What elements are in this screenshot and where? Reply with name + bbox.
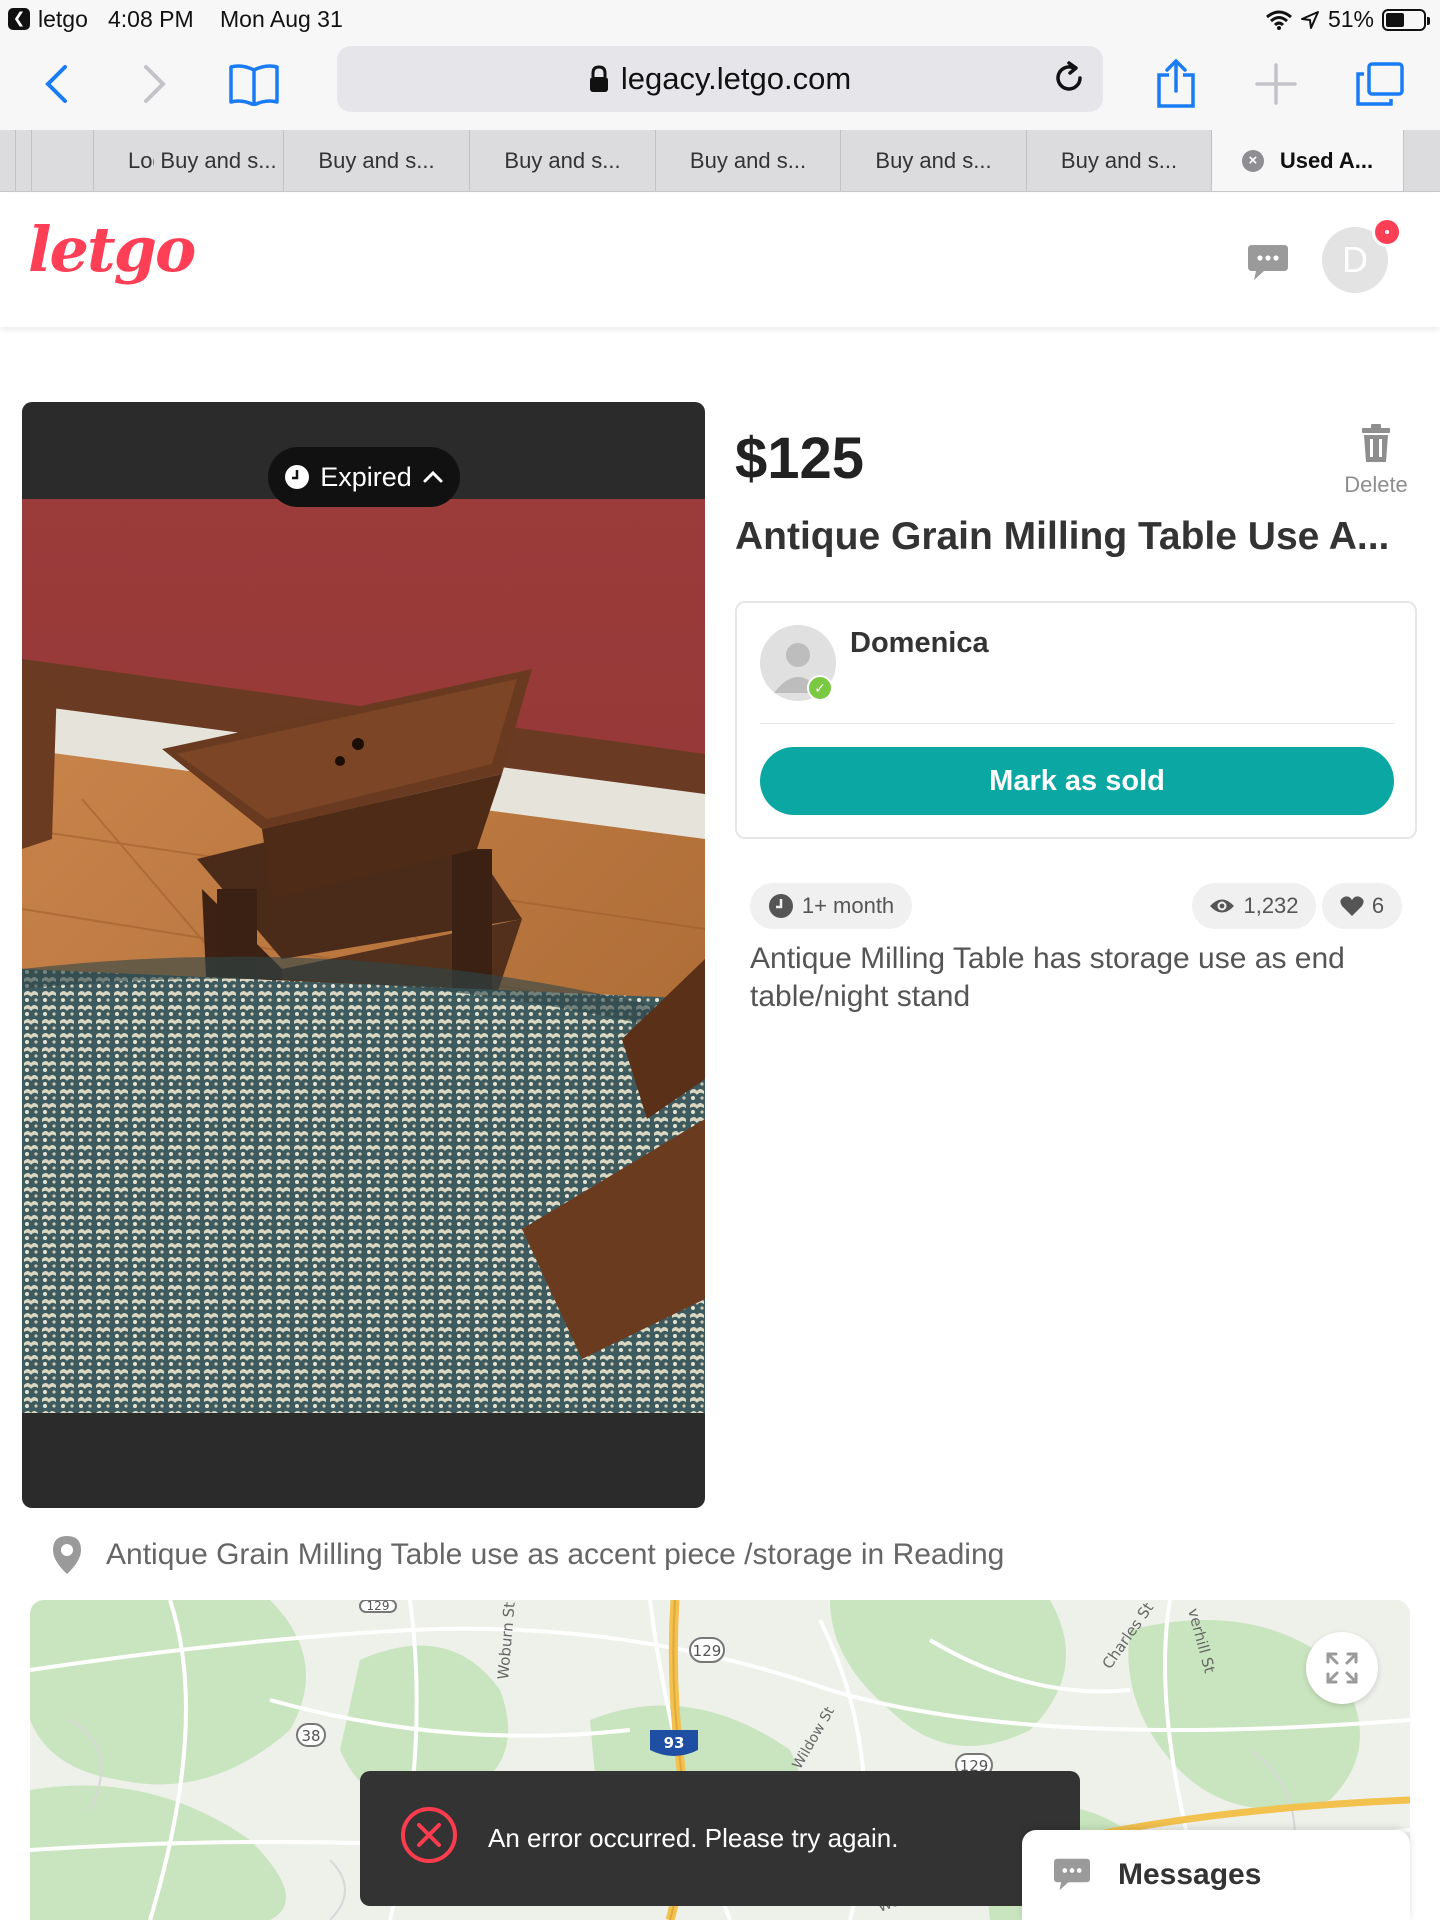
lock-icon (589, 65, 609, 93)
expired-status-badge[interactable]: Expired (268, 447, 460, 507)
delete-label: Delete (1344, 472, 1408, 497)
messages-label: Messages (1118, 1858, 1262, 1891)
expand-icon (1326, 1652, 1358, 1684)
letgo-logo[interactable]: letgo (28, 213, 196, 286)
tab-buy-and-sell-5[interactable]: Buy and s... (841, 130, 1027, 191)
back-icon[interactable] (28, 56, 84, 112)
map-shield-93: 93 (664, 1734, 685, 1752)
tabs-overview-icon[interactable] (1352, 56, 1408, 112)
tab-stack-edge (16, 130, 32, 191)
map-shield-129-top: 129 (367, 1600, 390, 1613)
location-arrow-icon (1300, 10, 1319, 29)
listing-age-badge: 1+ month (750, 883, 912, 929)
new-tab-icon[interactable] (1248, 56, 1304, 112)
seller-card: ✓ Domenica Mark as sold (735, 601, 1417, 839)
tab-buy-and-sell-1[interactable]: Buy and s... (154, 130, 284, 191)
seller-name[interactable]: Domenica (850, 627, 989, 660)
tab-stack-edge (32, 130, 94, 191)
delete-button[interactable]: Delete (1336, 424, 1416, 498)
site-header: letgo D (0, 193, 1440, 327)
views-badge: 1,232 (1192, 883, 1316, 929)
tab-buy-and-sell-3[interactable]: Buy and s... (470, 130, 656, 191)
status-bar: ❮ letgo 4:08 PM Mon Aug 31 51% (0, 0, 1440, 38)
wifi-icon (1265, 10, 1292, 30)
verified-check-icon: ✓ (807, 675, 833, 701)
error-message: An error occurred. Please try again. (488, 1823, 899, 1853)
expired-label: Expired (320, 461, 412, 492)
browser-toolbar: legacy.letgo.com (0, 38, 1440, 130)
forward-icon[interactable] (127, 56, 183, 112)
chat-icon[interactable] (1246, 243, 1290, 288)
listing-price: $125 (735, 426, 865, 491)
status-date: Mon Aug 31 (220, 6, 343, 32)
listing-age: 1+ month (801, 893, 895, 918)
status-time: 4:08 PM (108, 6, 194, 32)
notification-badge (1372, 217, 1402, 247)
tab-buy-and-sell-2[interactable]: Buy and s... (284, 130, 470, 191)
likes-badge: 6 (1322, 883, 1402, 929)
chat-icon (1054, 1858, 1090, 1891)
tab-stack-edge (0, 130, 16, 191)
product-image-viewer[interactable]: Expired (22, 402, 705, 1508)
status-app-name[interactable]: letgo (38, 6, 88, 33)
views-count: 1,232 (1243, 893, 1299, 918)
address-bar[interactable]: legacy.letgo.com (337, 46, 1103, 112)
status-indicators: 51% (1265, 6, 1430, 33)
likes-count: 6 (1371, 893, 1385, 918)
error-toast: An error occurred. Please try again. (360, 1771, 1080, 1906)
listing-title: Antique Grain Milling Table Use A... (735, 515, 1390, 558)
clock-icon (285, 465, 310, 489)
location-row: Antique Grain Milling Table use as accen… (50, 1535, 1004, 1575)
tab-buy-and-sell-6[interactable]: Buy and s... (1027, 130, 1212, 191)
back-to-app-icon[interactable]: ❮ (8, 8, 30, 30)
reload-icon[interactable] (1049, 58, 1089, 106)
mark-as-sold-button[interactable]: Mark as sold (760, 747, 1394, 815)
tab-used-active[interactable]: × Used A... (1212, 130, 1404, 191)
tab-buy-and-sell-4[interactable]: Buy and s... (656, 130, 841, 191)
heart-icon (1340, 896, 1364, 916)
trash-icon (1362, 424, 1390, 462)
chevron-up-icon (423, 470, 443, 483)
battery-icon (1382, 8, 1430, 31)
clock-icon (768, 894, 793, 918)
battery-level (1386, 12, 1405, 27)
bookmarks-icon[interactable] (226, 56, 282, 112)
eye-icon (1210, 899, 1235, 913)
expand-map-button[interactable] (1306, 1632, 1378, 1704)
url-text: legacy.letgo.com (620, 61, 852, 96)
messages-widget[interactable]: Messages (1022, 1830, 1410, 1920)
close-tab-icon[interactable]: × (1241, 149, 1264, 172)
tab-used-label: Used A... (1279, 147, 1374, 173)
tab-strip: Log Buy and s... Buy and s... Buy and s.… (0, 130, 1440, 192)
error-icon (400, 1806, 458, 1871)
map-shield-129: 129 (693, 1642, 722, 1660)
listing-description: Antique Milling Table has storage use as… (750, 942, 1345, 1013)
product-photo (22, 499, 705, 1413)
battery-percent: 51% (1327, 6, 1374, 32)
map-shield-38: 38 (301, 1727, 320, 1745)
location-text: Antique Grain Milling Table use as accen… (106, 1538, 1005, 1571)
divider (760, 723, 1394, 724)
map-pin-icon (53, 1536, 81, 1574)
tab-log[interactable]: Log (94, 130, 154, 191)
share-icon[interactable] (1148, 56, 1204, 112)
